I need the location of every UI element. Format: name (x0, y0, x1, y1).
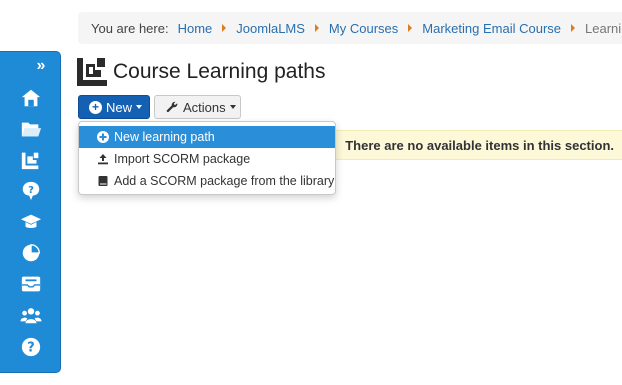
folder-icon[interactable] (19, 117, 43, 141)
svg-text:?: ? (27, 341, 34, 356)
help-icon[interactable]: ? (19, 335, 43, 359)
new-button[interactable]: + New (78, 95, 150, 119)
upload-icon (97, 153, 109, 165)
book-icon (97, 175, 109, 187)
mail-icon[interactable] (19, 272, 43, 296)
plus-circle-icon (97, 131, 109, 143)
breadcrumb-separator-icon (571, 24, 575, 32)
empty-notice-text: There are no available items in this sec… (345, 137, 614, 153)
learning-paths-title-icon (77, 58, 107, 86)
wrench-icon (166, 101, 178, 112)
actions-button[interactable]: Actions (154, 95, 241, 119)
menu-item-label: Add a SCORM package from the library (114, 174, 335, 188)
new-dropdown-menu: New learning path Import SCORM package A… (78, 121, 336, 195)
breadcrumb-lead: You are here: (91, 20, 169, 36)
actions-button-label: Actions (183, 99, 226, 115)
plus-circle-icon: + (89, 100, 102, 114)
users-icon[interactable] (19, 303, 43, 327)
breadcrumb-separator-icon (314, 24, 319, 32)
graduation-cap-icon[interactable] (19, 210, 43, 234)
breadcrumb-joomlalms-link[interactable]: JoomlaLMS (236, 21, 305, 36)
breadcrumb: You are here: Home JoomlaLMS My Courses … (78, 12, 622, 44)
svg-text:?: ? (28, 185, 34, 196)
menu-item-label: Import SCORM package (114, 152, 251, 166)
breadcrumb-course-link[interactable]: Marketing Email Course (422, 21, 561, 36)
breadcrumb-home-link[interactable]: Home (178, 21, 213, 36)
new-button-label: New (106, 99, 133, 115)
reports-pie-icon[interactable] (19, 241, 43, 265)
menu-item-label: New learning path (114, 130, 215, 144)
breadcrumb-separator-icon (222, 24, 227, 32)
sidebar-toggle-button[interactable]: » (33, 58, 49, 74)
menu-item-add-scorm-from-library[interactable]: Add a SCORM package from the library (79, 170, 335, 192)
quiz-icon[interactable]: ? (19, 179, 43, 203)
breadcrumb-separator-icon (408, 24, 413, 32)
menu-item-new-learning-path[interactable]: New learning path (79, 126, 335, 148)
menu-item-import-scorm[interactable]: Import SCORM package (79, 148, 335, 170)
empty-notice: There are no available items in this sec… (322, 130, 622, 160)
breadcrumb-current: Learning Paths (585, 20, 622, 36)
lms-sidebar: » ? ? (0, 51, 61, 373)
page-title: Course Learning paths (113, 60, 326, 83)
caret-down-icon (229, 105, 236, 109)
home-icon[interactable] (19, 86, 43, 110)
breadcrumb-my-courses-link[interactable]: My Courses (329, 21, 398, 36)
learning-paths-icon[interactable] (19, 148, 43, 172)
caret-down-icon (136, 105, 143, 109)
